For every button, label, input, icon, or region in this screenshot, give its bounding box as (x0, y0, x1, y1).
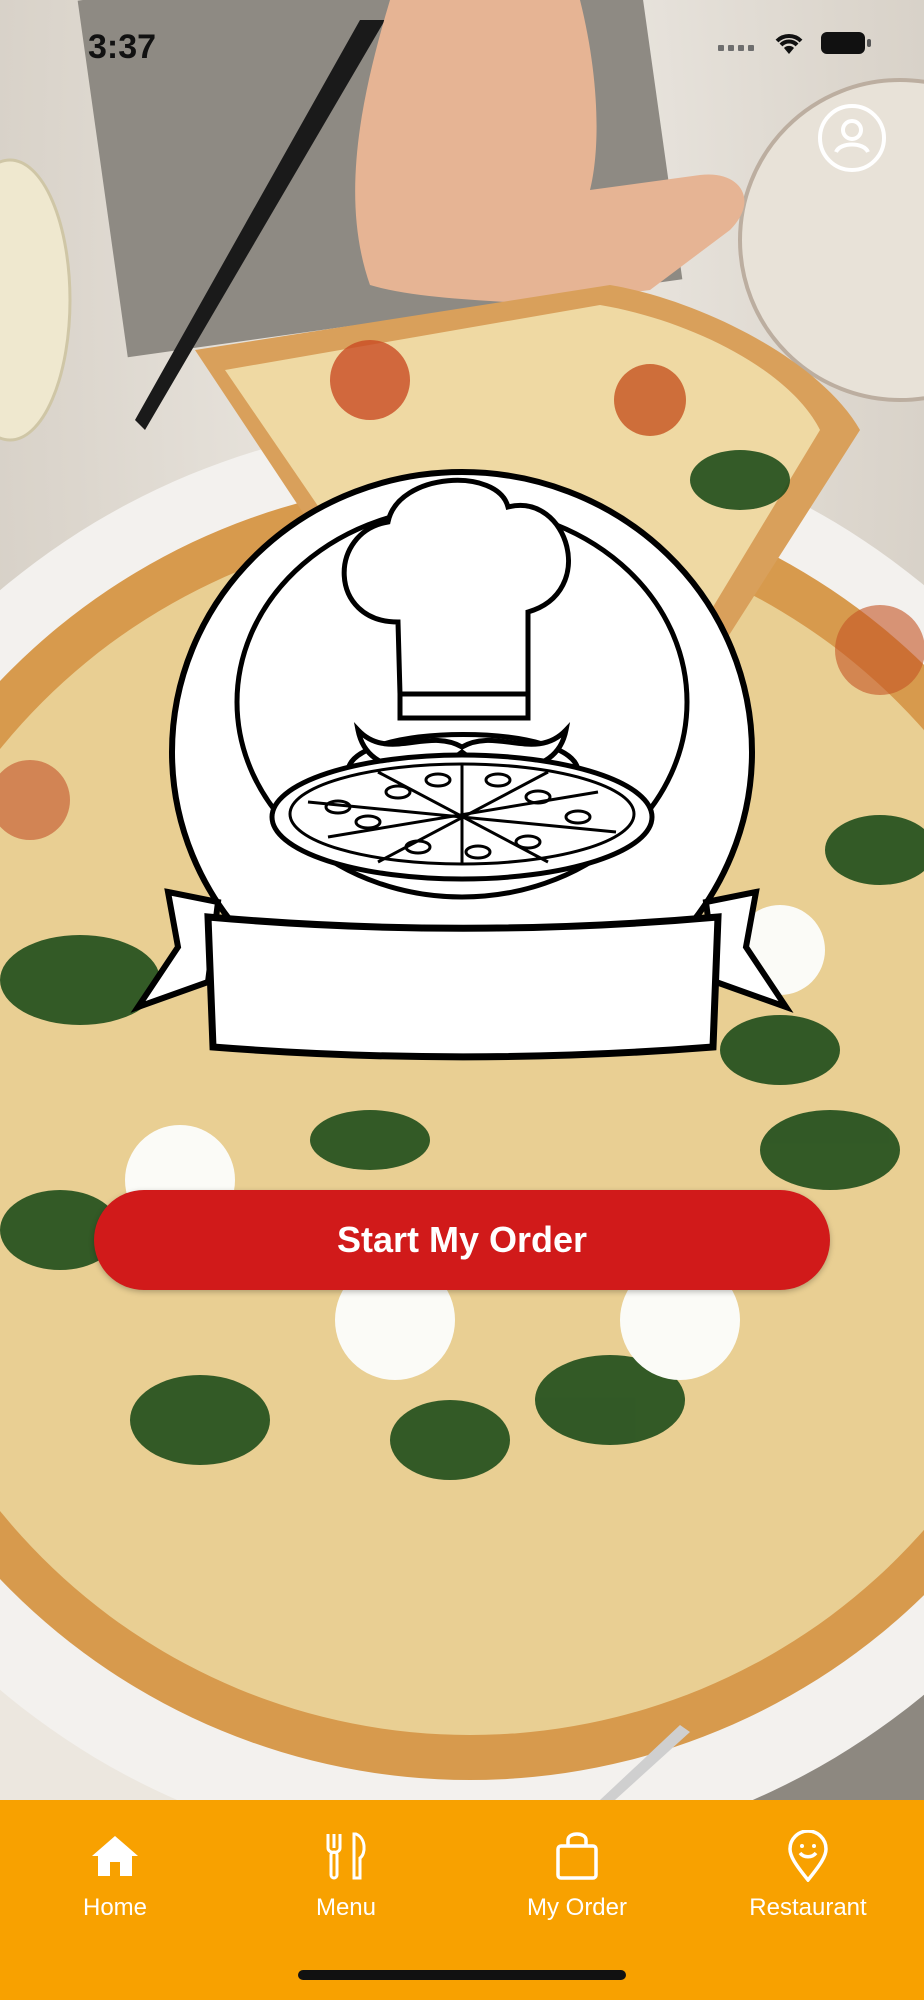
tab-restaurant-label: Restaurant (749, 1894, 867, 1921)
tab-home[interactable]: Home (15, 1828, 215, 1938)
location-pin-icon (787, 1828, 829, 1884)
signal-icon (718, 33, 758, 58)
user-circle-icon (830, 114, 874, 163)
tab-menu-label: Menu (315, 1894, 377, 1921)
home-indicator (298, 1970, 626, 1980)
tab-restaurant[interactable]: Restaurant (708, 1828, 908, 1938)
fork-knife-icon (322, 1828, 370, 1884)
shopping-bag-icon (554, 1828, 600, 1884)
home-icon (90, 1828, 140, 1884)
status-bar: 3:37 (0, 0, 924, 100)
start-order-button[interactable]: Start My Order (94, 1190, 830, 1290)
profile-button[interactable] (818, 104, 886, 172)
wifi-icon (772, 30, 806, 61)
chef-pizza-logo (128, 462, 796, 1062)
status-icons (718, 30, 872, 61)
tab-my-order[interactable]: My Order (477, 1828, 677, 1938)
tab-home-label: Home (82, 1894, 148, 1921)
battery-icon (820, 30, 872, 61)
tab-menu[interactable]: Menu (246, 1828, 446, 1938)
tab-my-order-label: My Order (526, 1894, 627, 1921)
status-time: 3:37 (88, 28, 157, 66)
